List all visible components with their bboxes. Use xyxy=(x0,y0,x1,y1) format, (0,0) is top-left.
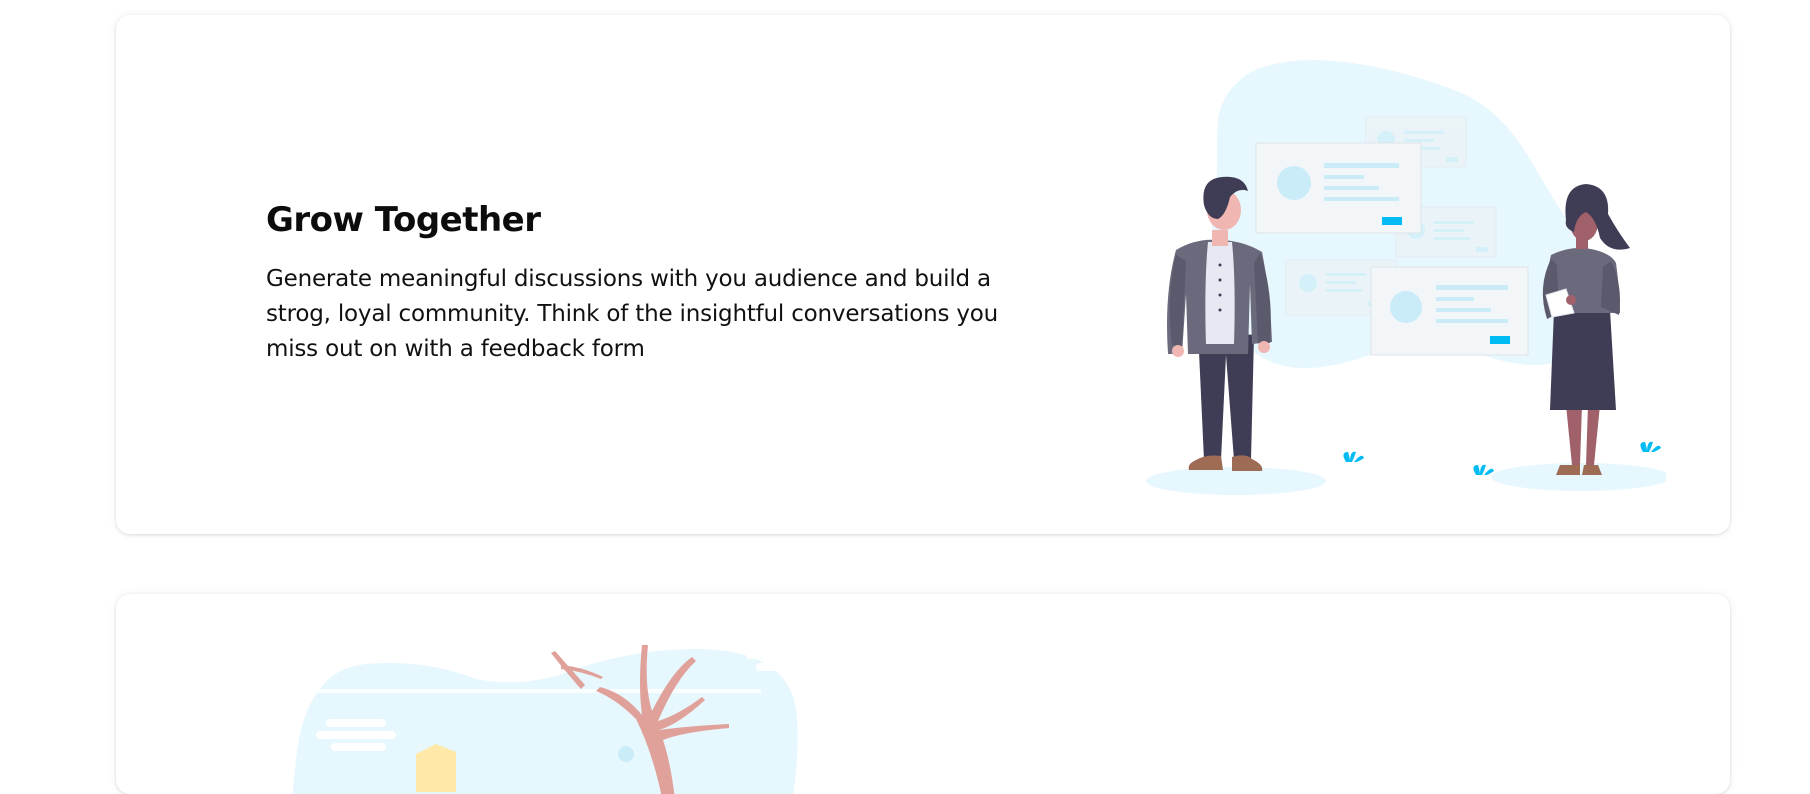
ground-shadow-left xyxy=(1146,467,1326,495)
plant-icon xyxy=(1343,451,1364,462)
feature-card-2 xyxy=(116,594,1730,794)
feature-description: Generate meaningful discussions with you… xyxy=(266,266,999,362)
message-card-main-bottom xyxy=(1370,266,1529,356)
people-discussion-illustration xyxy=(1146,60,1666,495)
building-icon xyxy=(416,744,456,792)
feature-card-grow-together: Grow Together Generate meaningful discus… xyxy=(116,15,1730,534)
tree-landscape-illustration xyxy=(292,639,798,794)
feature-title: Grow Together xyxy=(266,200,541,240)
message-card-main-top xyxy=(1255,142,1422,234)
plant-icon xyxy=(1640,441,1661,452)
feature-text: Grow Together Generate meaningful discus… xyxy=(266,198,1026,367)
bubble-icon xyxy=(618,746,634,762)
plant-icon xyxy=(1473,464,1494,475)
